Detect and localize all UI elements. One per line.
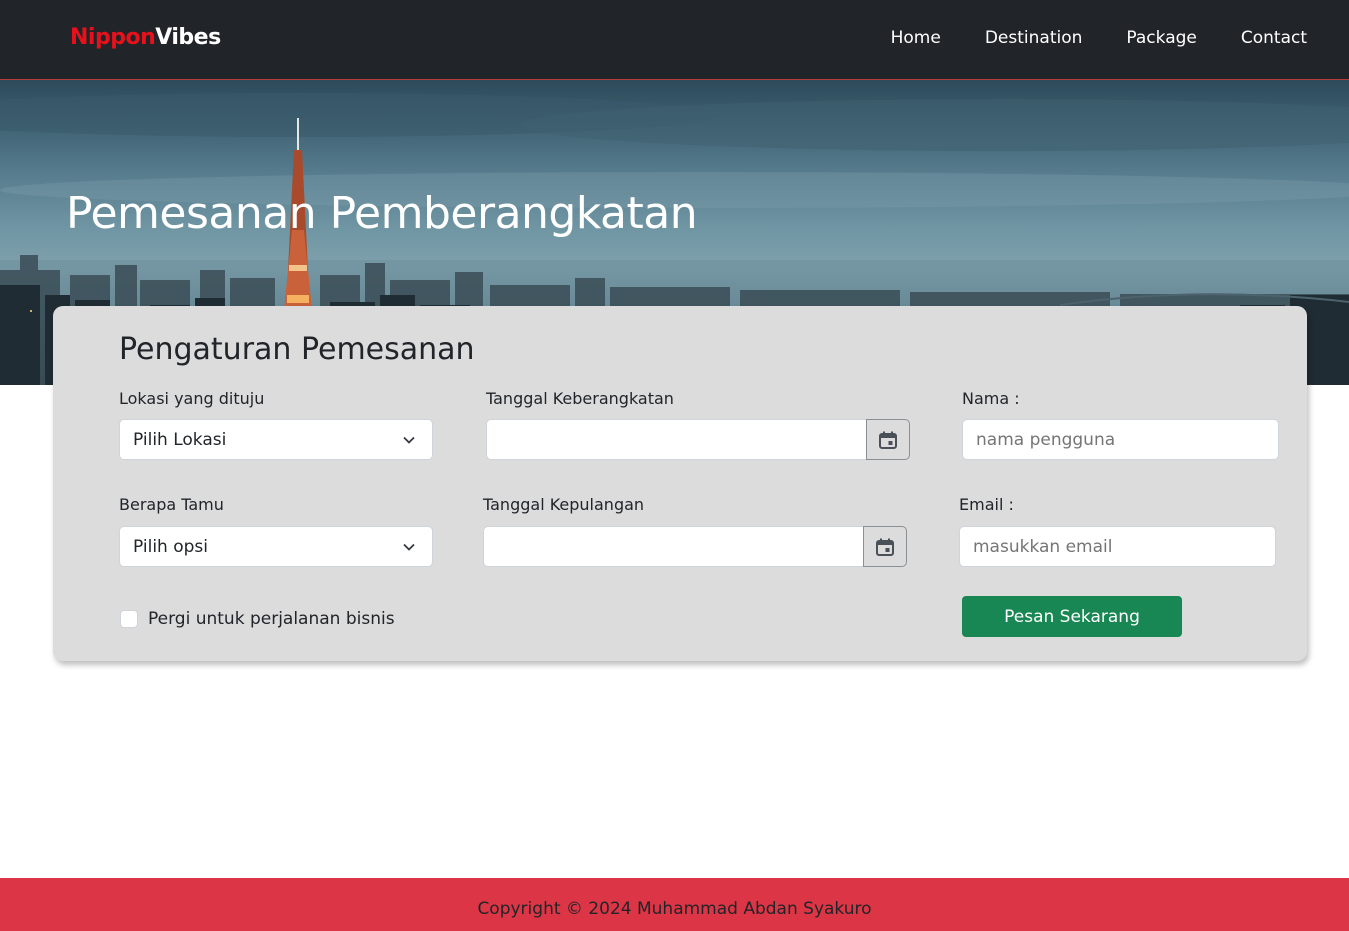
nav-links: Home Destination Package Contact [891, 28, 1307, 48]
email-input[interactable] [959, 526, 1276, 567]
name-input[interactable] [962, 419, 1279, 460]
chevron-down-icon [403, 543, 415, 551]
nav-item-destination[interactable]: Destination [985, 28, 1083, 48]
calendar-icon [876, 538, 894, 556]
business-trip-option: Pergi untuk perjalanan bisnis [120, 609, 395, 629]
footer: Copyright © 2024 Muhammad Abdan Syakuro [0, 878, 1349, 931]
nav-item-contact[interactable]: Contact [1241, 28, 1307, 48]
brand-part-vibes: Vibes [155, 25, 221, 50]
brand-part-nippon: Nippon [70, 25, 156, 50]
departure-date-picker-button[interactable] [866, 419, 910, 460]
departure-date-input[interactable] [486, 419, 867, 460]
location-select[interactable]: Pilih Lokasi [119, 419, 433, 460]
nav-item-package[interactable]: Package [1126, 28, 1196, 48]
return-date-group [483, 526, 907, 567]
copyright-text: Copyright © 2024 Muhammad Abdan Syakuro [477, 898, 872, 919]
brand-logo[interactable]: NipponVibes [70, 25, 221, 50]
return-date-picker-button[interactable] [863, 526, 907, 567]
email-label: Email : [959, 495, 1014, 514]
location-select-value: Pilih Lokasi [133, 430, 227, 450]
guests-select-value: Pilih opsi [133, 537, 208, 557]
book-now-button[interactable]: Pesan Sekarang [962, 596, 1182, 637]
departure-date-group [486, 419, 910, 460]
chevron-down-icon [403, 436, 415, 444]
return-date-label: Tanggal Kepulangan [483, 495, 645, 514]
form-title: Pengaturan Pemesanan [119, 332, 475, 367]
location-label: Lokasi yang dituju [119, 389, 265, 408]
nav-item-home[interactable]: Home [891, 28, 941, 48]
page-title: Pemesanan Pemberangkatan [66, 188, 698, 239]
booking-form-card: Pengaturan Pemesanan Lokasi yang dituju … [53, 306, 1307, 661]
business-trip-checkbox[interactable] [120, 610, 138, 628]
business-trip-label[interactable]: Pergi untuk perjalanan bisnis [148, 609, 395, 629]
return-date-input[interactable] [483, 526, 864, 567]
calendar-icon [879, 431, 897, 449]
guests-label: Berapa Tamu [119, 495, 224, 514]
name-label: Nama : [962, 389, 1020, 408]
departure-date-label: Tanggal Keberangkatan [486, 389, 674, 408]
guests-select[interactable]: Pilih opsi [119, 526, 433, 567]
navbar: NipponVibes Home Destination Package Con… [0, 0, 1349, 80]
